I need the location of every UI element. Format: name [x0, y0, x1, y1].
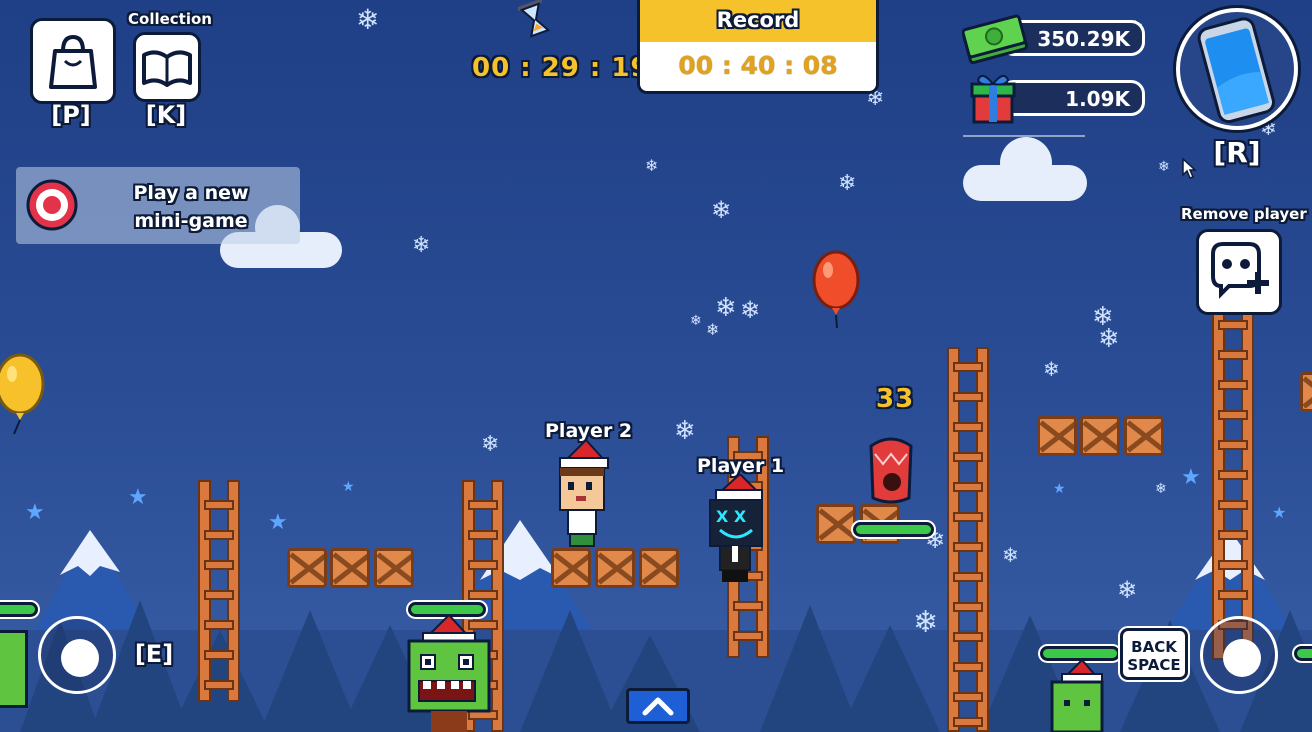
crate — [595, 548, 635, 588]
crate — [374, 548, 414, 588]
snowflake: ❄ — [913, 605, 939, 640]
enemy-health-bar — [1040, 646, 1120, 661]
crate — [1080, 416, 1120, 456]
cloud — [1000, 137, 1052, 189]
crate — [330, 548, 370, 588]
yellow-balloon[interactable] — [0, 352, 50, 436]
snowflake: ❄ — [706, 320, 720, 339]
star-decoration: ★ — [342, 479, 355, 495]
elapsed-timer: 00 : 29 : 19 — [472, 53, 650, 83]
crate — [639, 548, 679, 588]
joystick-knob[interactable] — [61, 639, 99, 677]
mouse-cursor-icon — [1182, 158, 1197, 179]
svg-text:X X: X X — [716, 507, 747, 526]
red-balloon[interactable] — [810, 250, 864, 330]
red-sock-enemy[interactable] — [865, 436, 917, 508]
snowflake: ❄ — [838, 171, 857, 196]
shop-button[interactable] — [30, 18, 116, 104]
joystick-knob[interactable] — [1223, 639, 1261, 677]
snowflake: ❄ — [481, 432, 500, 457]
snowflake: ❄ — [740, 296, 761, 324]
mission-line2: mini-game — [134, 210, 248, 232]
book-icon — [142, 50, 192, 87]
star-decoration: ★ — [25, 500, 45, 525]
star-decoration: ★ — [1272, 503, 1287, 522]
shopping-bag-icon — [49, 34, 97, 89]
crate — [1124, 416, 1164, 456]
offscreen-enemy — [0, 630, 28, 708]
remove-player-button[interactable] — [1196, 229, 1282, 315]
snowflake: ❄ — [674, 416, 696, 446]
backspace-line2: SPACE — [1127, 656, 1181, 674]
collection-button[interactable] — [133, 32, 201, 102]
gift-counter: 1.09K — [1000, 80, 1145, 116]
backspace-key-button[interactable]: BACK SPACE — [1120, 628, 1188, 680]
crate — [287, 548, 327, 588]
backspace-line1: BACK — [1131, 638, 1177, 656]
crate — [551, 548, 591, 588]
remove-player-icon — [1211, 242, 1269, 299]
ladder — [947, 347, 989, 732]
snowflake: ❄ — [711, 196, 732, 224]
phone-icon — [1197, 17, 1276, 124]
jump-button[interactable] — [626, 688, 690, 724]
snowflake: ❄ — [1117, 576, 1138, 604]
green-zombie-enemy[interactable] — [405, 615, 495, 732]
divider — [963, 135, 1085, 137]
collection-key-hint: [K] — [145, 101, 187, 129]
hourglass-icon — [518, 0, 551, 38]
right-joystick[interactable] — [1200, 616, 1278, 694]
star-decoration: ★ — [1181, 465, 1201, 490]
mission-line1: Play a new — [133, 182, 249, 204]
record-time: 00 : 40 : 08 — [678, 51, 838, 80]
star-decoration: ★ — [268, 510, 288, 535]
crate — [1037, 416, 1077, 456]
snowflake: ❄ — [1043, 357, 1060, 381]
game-scene: ❄ ❄ ❄ ❄ ❄ ❄ ❄ ❄ ❄ ❄ ❄ ❄ ❄ ❄ ❄ ❄ ❄ ❄ ❄ ❄ … — [0, 0, 1312, 732]
snowflake: ❄ — [690, 313, 702, 329]
snowflake: ❄ — [1098, 324, 1120, 354]
star-decoration: ★ — [128, 485, 148, 510]
player2-name: Player 2 — [545, 420, 633, 442]
green-block-enemy[interactable] — [1048, 660, 1108, 732]
gift-icon — [970, 74, 1016, 124]
target-icon — [26, 179, 78, 231]
snowflake: ❄ — [715, 293, 737, 323]
ladder — [198, 480, 240, 702]
left-key-hint: [E] — [134, 640, 174, 668]
snowflake: ❄ — [645, 156, 659, 175]
cash-icon — [962, 14, 1029, 65]
record-label: Record — [640, 0, 876, 42]
snowflake: ❄ — [1158, 159, 1170, 175]
snowflake: ❄ — [1155, 481, 1167, 497]
star-decoration: ★ — [1053, 481, 1066, 497]
enemy-health-bar — [1294, 646, 1312, 661]
crate — [1300, 372, 1312, 412]
record-panel: Record 00 : 40 : 08 — [637, 0, 879, 94]
player1-character[interactable]: X X — [706, 474, 766, 584]
mission-panel[interactable]: Play a new mini-game — [16, 167, 300, 244]
player2-character[interactable] — [556, 440, 612, 548]
left-joystick[interactable] — [38, 616, 116, 694]
ladder — [1212, 300, 1254, 660]
collection-label: Collection — [128, 10, 212, 28]
enemy-health-bar — [0, 602, 38, 617]
shop-key-hint: [P] — [51, 101, 91, 129]
remove-player-label: Remove player — [1181, 205, 1307, 223]
snowflake: ❄ — [412, 233, 431, 258]
snowflake: ❄ — [356, 3, 380, 36]
chevron-up-icon — [642, 697, 674, 716]
mission-text: Play a new mini-game — [116, 179, 266, 235]
phone-key-hint: [R] — [1213, 136, 1261, 169]
snowflake: ❄ — [1002, 543, 1019, 567]
hit-counter: 33 — [876, 384, 915, 414]
enemy-health-bar — [853, 522, 934, 537]
phone-button[interactable] — [1176, 8, 1298, 130]
crate — [816, 504, 856, 544]
